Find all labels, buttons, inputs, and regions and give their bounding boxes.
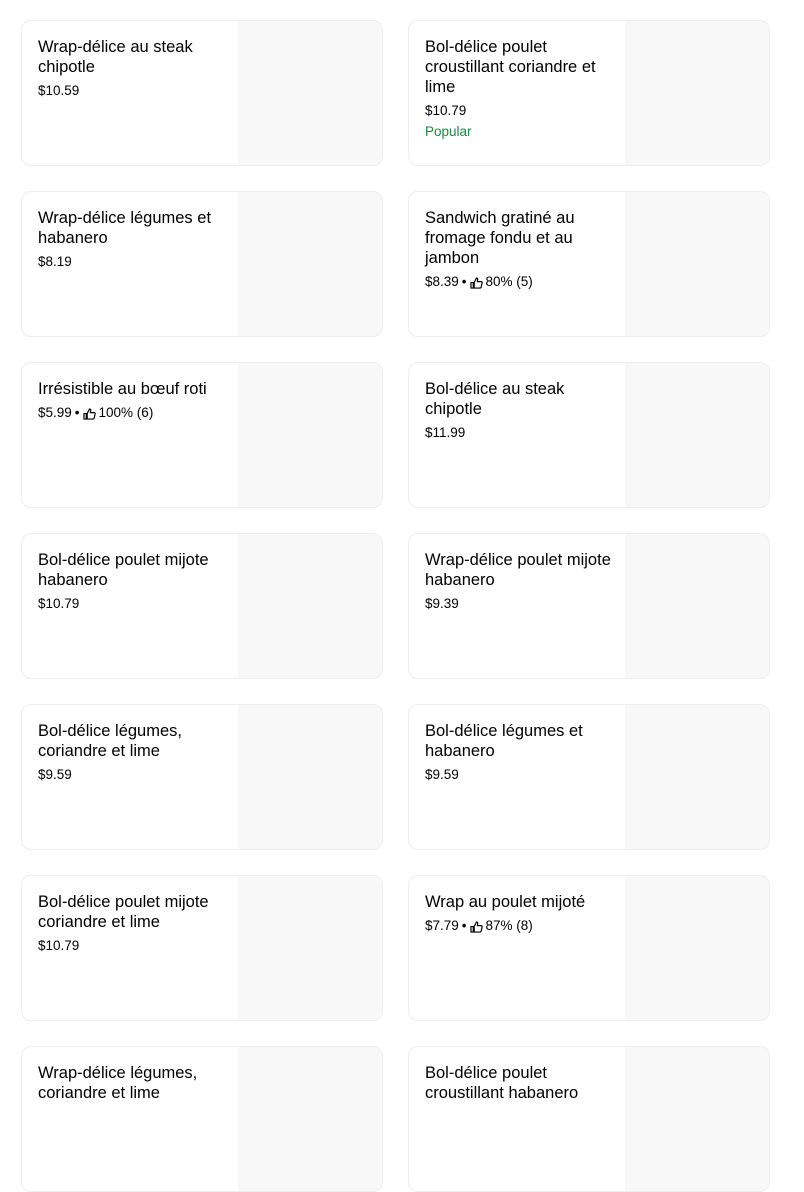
menu-item-meta: $10.79 bbox=[38, 937, 230, 955]
menu-item-title: Wrap au poulet mijoté bbox=[425, 893, 586, 911]
menu-item-meta: $9.59 bbox=[38, 766, 230, 784]
thumbs-up-icon bbox=[82, 407, 96, 420]
menu-item-rating: 80% (5) bbox=[485, 274, 533, 289]
menu-item-info: Bol-délice légumes, coriandre et lime $9.… bbox=[22, 705, 238, 849]
menu-item-info: Wrap-délice poulet mijote habanero $9.39 bbox=[409, 534, 625, 678]
menu-item-card[interactable]: Wrap au poulet mijoté $7.79 • 87% (8) bbox=[408, 875, 770, 1021]
thumbs-up-icon bbox=[469, 920, 483, 933]
menu-item-price: $11.99 bbox=[425, 425, 466, 440]
menu-item-title: Irrésistible au bœuf roti bbox=[38, 380, 207, 398]
menu-item-info: Bol-délice légumes et habanero $9.59 bbox=[409, 705, 625, 849]
menu-item-title: Sandwich gratiné au fromage fondu et au … bbox=[425, 209, 575, 267]
menu-item-image bbox=[238, 21, 382, 165]
menu-items-grid: Wrap-délice au steak chipotle $10.59 Bol-d… bbox=[0, 0, 804, 1192]
menu-item-card[interactable]: Bol-délice légumes et habanero $9.59 bbox=[408, 704, 770, 850]
menu-item-meta: $9.59 bbox=[425, 766, 617, 784]
menu-item-price: $5.99 bbox=[38, 405, 72, 420]
menu-item-title: Bol-délice légumes et habanero bbox=[425, 722, 583, 760]
menu-item-title: Wrap-délice légumes, coriandre et lime bbox=[38, 1064, 198, 1102]
menu-item-title: Wrap-délice au steak chipotle bbox=[38, 38, 193, 76]
menu-item-image bbox=[238, 705, 382, 849]
menu-item-meta: $10.79 bbox=[38, 595, 230, 613]
menu-item-title: Bol-délice poulet croustillant habanero bbox=[425, 1064, 579, 1102]
menu-item-meta: $7.79 • 87% (8) bbox=[425, 917, 617, 935]
menu-item-price: $9.39 bbox=[425, 596, 459, 611]
menu-item-card[interactable]: Bol-délice poulet mijote coriandre et li… bbox=[21, 875, 383, 1021]
menu-item-info: Bol-délice poulet mijote habanero $10.79 bbox=[22, 534, 238, 678]
menu-item-image bbox=[625, 705, 769, 849]
menu-item-card[interactable]: Bol-délice poulet mijote habanero $10.79 bbox=[21, 533, 383, 679]
menu-item-info: Wrap au poulet mijoté $7.79 • 87% (8) bbox=[409, 876, 625, 1020]
menu-item-image bbox=[238, 363, 382, 507]
menu-item-price: $8.39 bbox=[425, 274, 459, 289]
menu-item-card[interactable]: Wrap-délice au steak chipotle $10.59 bbox=[21, 20, 383, 166]
menu-item-meta: $10.79 bbox=[425, 102, 617, 120]
menu-item-title: Wrap-délice légumes et habanero bbox=[38, 209, 212, 247]
menu-item-price: $9.59 bbox=[38, 767, 72, 782]
menu-item-title: Wrap-délice poulet mijote habanero bbox=[425, 551, 611, 589]
menu-item-image bbox=[238, 534, 382, 678]
menu-item-card[interactable]: Wrap-délice légumes et habanero $8.19 bbox=[21, 191, 383, 337]
menu-item-image bbox=[625, 876, 769, 1020]
menu-item-meta: $9.39 bbox=[425, 595, 617, 613]
menu-item-meta: $10.59 bbox=[38, 82, 230, 100]
menu-item-meta: $11.99 bbox=[425, 424, 617, 442]
meta-separator: • bbox=[461, 274, 467, 289]
menu-item-card[interactable]: Bol-délice légumes, coriandre et lime $9.… bbox=[21, 704, 383, 850]
popular-badge: Popular bbox=[425, 124, 472, 139]
menu-item-price: $10.79 bbox=[38, 596, 80, 611]
menu-item-meta: $5.99 • 100% (6) bbox=[38, 404, 230, 422]
menu-item-rating: 100% (6) bbox=[98, 405, 154, 420]
menu-item-image bbox=[625, 363, 769, 507]
menu-item-info: Wrap-délice au steak chipotle $10.59 bbox=[22, 21, 238, 165]
menu-item-title: Bol-délice légumes, coriandre et lime bbox=[38, 722, 182, 760]
menu-item-price: $7.79 bbox=[425, 918, 459, 933]
menu-item-info: Wrap-délice légumes et habanero $8.19 bbox=[22, 192, 238, 336]
menu-item-info: Sandwich gratiné au fromage fondu et au … bbox=[409, 192, 625, 336]
menu-item-card[interactable]: Bol-délice au steak chipotle $11.99 bbox=[408, 362, 770, 508]
menu-item-card[interactable]: Wrap-délice légumes, coriandre et lime bbox=[21, 1046, 383, 1192]
menu-item-image bbox=[238, 1047, 382, 1191]
menu-item-title: Bol-délice poulet mijote coriandre et li… bbox=[38, 893, 209, 931]
menu-item-card[interactable]: Sandwich gratiné au fromage fondu et au … bbox=[408, 191, 770, 337]
menu-item-image bbox=[625, 21, 769, 165]
menu-item-meta: $8.19 bbox=[38, 253, 230, 271]
menu-item-price: $10.79 bbox=[38, 938, 80, 953]
menu-item-image bbox=[625, 192, 769, 336]
menu-item-rating: 87% (8) bbox=[485, 918, 533, 933]
menu-item-title: Bol-délice poulet croustillant coriandre… bbox=[425, 38, 596, 96]
menu-item-title: Bol-délice poulet mijote habanero bbox=[38, 551, 209, 589]
menu-item-price: $9.59 bbox=[425, 767, 459, 782]
menu-item-info: Bol-délice poulet croustillant habanero bbox=[409, 1047, 625, 1191]
menu-item-meta: $8.39 • 80% (5) bbox=[425, 273, 617, 291]
menu-item-image bbox=[625, 534, 769, 678]
menu-item-info: Irrésistible au bœuf roti $5.99 • 100% (6) bbox=[22, 363, 238, 507]
meta-separator: • bbox=[461, 918, 467, 933]
menu-item-card[interactable]: Bol-délice poulet croustillant habanero bbox=[408, 1046, 770, 1192]
menu-item-price: $10.59 bbox=[38, 83, 80, 98]
menu-item-title: Bol-délice au steak chipotle bbox=[425, 380, 565, 418]
menu-item-card[interactable]: Wrap-délice poulet mijote habanero $9.39 bbox=[408, 533, 770, 679]
menu-item-info: Bol-délice au steak chipotle $11.99 bbox=[409, 363, 625, 507]
menu-item-info: Wrap-délice légumes, coriandre et lime bbox=[22, 1047, 238, 1191]
menu-item-card[interactable]: Irrésistible au bœuf roti $5.99 • 100% (6) bbox=[21, 362, 383, 508]
menu-item-price: $10.79 bbox=[425, 103, 467, 118]
menu-item-card[interactable]: Bol-délice poulet croustillant coriandre… bbox=[408, 20, 770, 166]
menu-item-image bbox=[625, 1047, 769, 1191]
thumbs-up-icon bbox=[469, 276, 483, 289]
menu-item-info: Bol-délice poulet mijote coriandre et li… bbox=[22, 876, 238, 1020]
menu-item-info: Bol-délice poulet croustillant coriandre… bbox=[409, 21, 625, 165]
menu-item-price: $8.19 bbox=[38, 254, 72, 269]
menu-item-image bbox=[238, 876, 382, 1020]
meta-separator: • bbox=[74, 405, 80, 420]
menu-item-image bbox=[238, 192, 382, 336]
